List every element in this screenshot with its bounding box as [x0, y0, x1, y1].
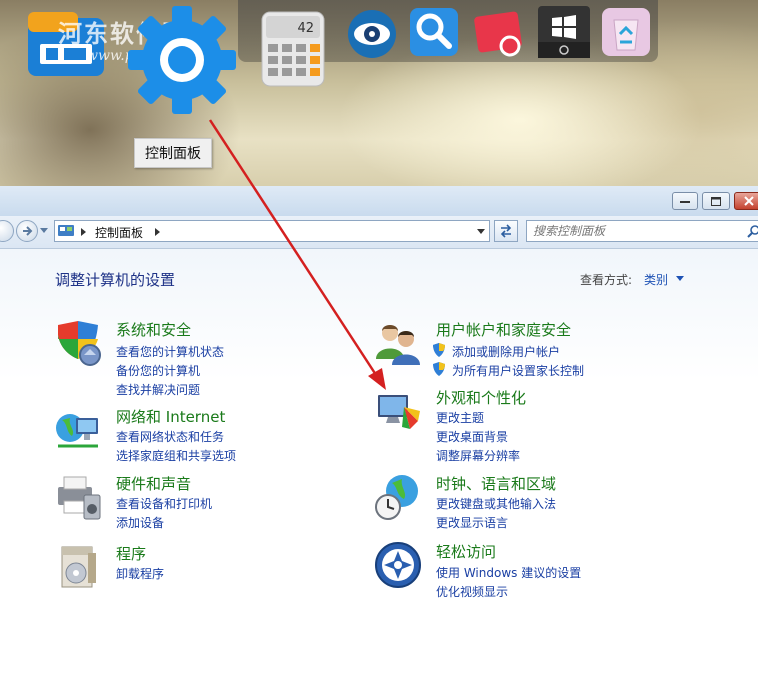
- clock-globe-icon[interactable]: [374, 473, 422, 521]
- link-screen-resolution[interactable]: 调整屏幕分辨率: [436, 447, 520, 464]
- category-title-hardware[interactable]: 硬件和声音: [116, 473, 191, 494]
- window-titlebar[interactable]: [0, 186, 758, 216]
- link-optimize-video[interactable]: 优化视频显示: [436, 583, 508, 600]
- category-system-security: 系统和安全 查看您的计算机状态 备份您的计算机 查找并解决问题: [54, 319, 354, 399]
- calculator-display: 42: [297, 21, 314, 36]
- search-icon[interactable]: [747, 224, 758, 238]
- category-programs: 程序 卸载程序: [54, 543, 354, 593]
- link-troubleshoot[interactable]: 查找并解决问题: [116, 381, 200, 398]
- search-box[interactable]: [526, 220, 758, 242]
- close-icon: [744, 196, 754, 206]
- page-title: 调整计算机的设置: [55, 271, 176, 289]
- control-panel-window: 控制面板 调整计算机的设置 查看方式: 类别: [0, 186, 758, 688]
- ease-of-access-icon[interactable]: [374, 541, 422, 589]
- link-devices-printers[interactable]: 查看设备和打印机: [116, 495, 212, 512]
- category-hardware-sound: 硬件和声音 查看设备和打印机 添加设备: [54, 473, 354, 533]
- search-app-icon[interactable]: [408, 6, 460, 58]
- programs-icon[interactable]: [54, 543, 102, 591]
- view-by-label: 查看方式:: [580, 273, 633, 287]
- link-network-status[interactable]: 查看网络状态和任务: [116, 428, 224, 445]
- link-homegroup-sharing[interactable]: 选择家庭组和共享选项: [116, 447, 236, 464]
- screen-record-app-icon[interactable]: [472, 6, 524, 58]
- link-windows-recommended-settings[interactable]: 使用 Windows 建议的设置: [436, 564, 581, 581]
- link-change-theme[interactable]: 更改主题: [436, 409, 484, 426]
- refresh-icon: [500, 224, 512, 238]
- maximize-button[interactable]: [702, 192, 730, 210]
- breadcrumb-control-panel[interactable]: 控制面板: [95, 224, 143, 241]
- search-input[interactable]: [533, 223, 733, 239]
- address-dropdown-icon[interactable]: [477, 229, 485, 234]
- category-clock-language-region: 时钟、语言和区域 更改键盘或其他输入法 更改显示语言: [374, 473, 674, 533]
- windows-start-icon[interactable]: [538, 6, 590, 58]
- link-add-device[interactable]: 添加设备: [116, 514, 164, 531]
- category-title-network[interactable]: 网络和 Internet: [116, 406, 225, 427]
- appearance-monitor-icon[interactable]: [374, 387, 422, 435]
- breadcrumb-chevron-icon[interactable]: [155, 228, 160, 236]
- category-title-clock[interactable]: 时钟、语言和区域: [436, 473, 556, 494]
- view-by-chevron-icon[interactable]: [676, 276, 684, 281]
- address-bar: 控制面板: [0, 216, 758, 249]
- uac-shield-icon: [433, 343, 445, 357]
- history-dropdown-icon[interactable]: [40, 228, 48, 234]
- link-desktop-background[interactable]: 更改桌面背景: [436, 428, 508, 445]
- eye-app-icon[interactable]: [346, 8, 398, 60]
- refresh-button[interactable]: [494, 220, 518, 242]
- desktop-background: 河东软件园 www.pc0359.cn 42: [0, 0, 758, 186]
- breadcrumb-chevron-icon[interactable]: [81, 228, 86, 236]
- link-keyboard-input[interactable]: 更改键盘或其他输入法: [436, 495, 556, 512]
- category-user-accounts: 用户帐户和家庭安全 添加或删除用户帐户 为所有用户设置家长控制: [374, 319, 674, 379]
- network-globe-icon[interactable]: [54, 406, 102, 454]
- category-title-system[interactable]: 系统和安全: [116, 319, 191, 340]
- control-panel-tooltip: 控制面板: [134, 138, 212, 168]
- link-backup-computer[interactable]: 备份您的计算机: [116, 362, 200, 379]
- category-title-ease[interactable]: 轻松访问: [436, 541, 496, 562]
- control-panel-small-icon: [58, 225, 74, 236]
- category-network-internet: 网络和 Internet 查看网络状态和任务 选择家庭组和共享选项: [54, 406, 354, 466]
- close-button[interactable]: [734, 192, 758, 210]
- forward-button[interactable]: [16, 220, 38, 242]
- link-parental-controls[interactable]: 为所有用户设置家长控制: [452, 362, 584, 379]
- minimize-icon: [680, 201, 690, 203]
- calculator-app-icon[interactable]: 42: [258, 8, 328, 88]
- category-appearance: 外观和个性化 更改主题 更改桌面背景 调整屏幕分辨率: [374, 387, 674, 463]
- address-box[interactable]: 控制面板: [54, 220, 490, 242]
- recycle-bin-icon[interactable]: [600, 6, 652, 58]
- link-view-computer-status[interactable]: 查看您的计算机状态: [116, 343, 224, 360]
- uac-shield-icon: [433, 362, 445, 376]
- security-shield-icon[interactable]: [54, 319, 102, 367]
- link-add-remove-accounts[interactable]: 添加或删除用户帐户: [452, 343, 560, 360]
- forward-arrow-icon: [23, 226, 33, 236]
- users-icon[interactable]: [374, 319, 422, 367]
- control-panel-gear-icon[interactable]: [126, 4, 238, 116]
- minimize-button[interactable]: [672, 192, 698, 210]
- link-uninstall-program[interactable]: 卸载程序: [116, 565, 164, 582]
- category-title-programs[interactable]: 程序: [116, 543, 146, 564]
- category-title-users[interactable]: 用户帐户和家庭安全: [436, 319, 571, 340]
- printer-icon[interactable]: [54, 473, 102, 521]
- control-panel-content: 调整计算机的设置 查看方式: 类别 系统和安全 查看您的计算机状态 备份您的计算…: [0, 249, 758, 688]
- maximize-icon: [711, 196, 721, 206]
- view-by-dropdown[interactable]: 类别: [644, 271, 668, 288]
- link-display-language[interactable]: 更改显示语言: [436, 514, 508, 531]
- category-title-appearance[interactable]: 外观和个性化: [436, 387, 526, 408]
- back-button[interactable]: [0, 220, 14, 242]
- category-ease-of-access: 轻松访问 使用 Windows 建议的设置 优化视频显示: [374, 541, 674, 601]
